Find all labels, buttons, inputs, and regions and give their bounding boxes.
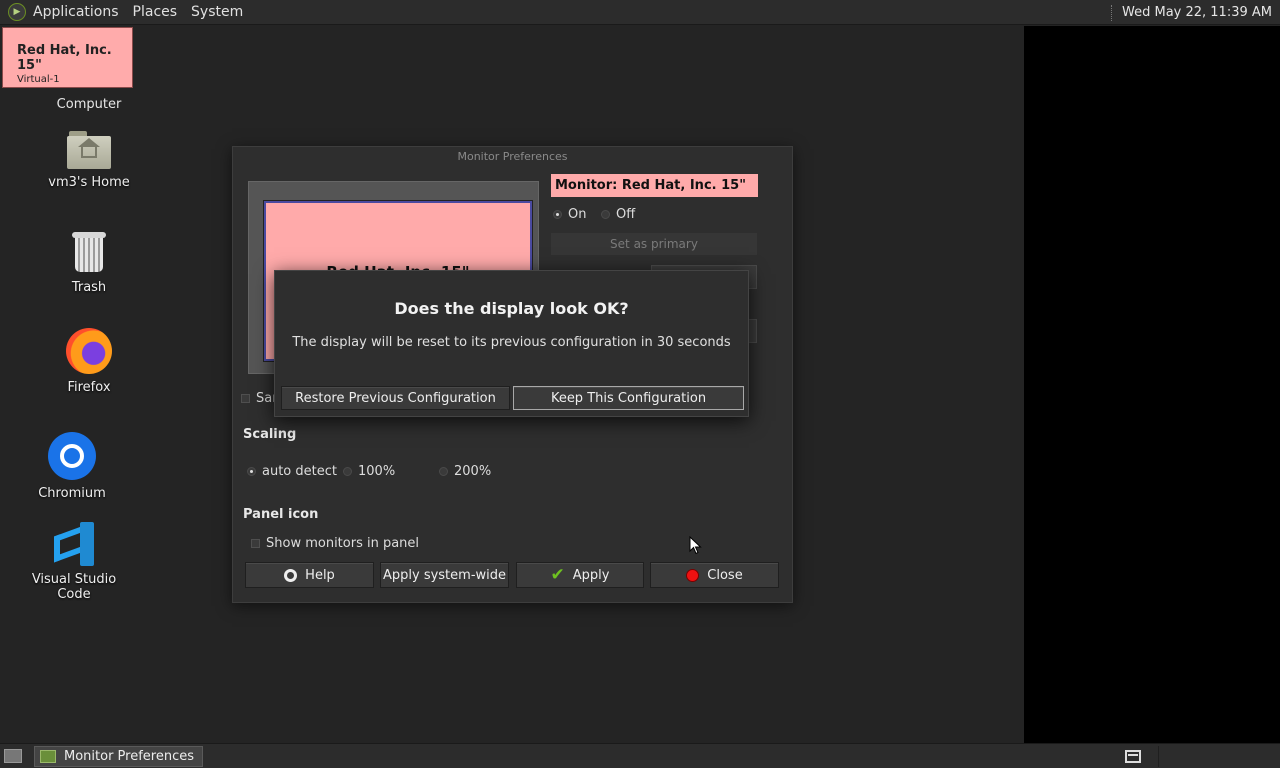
- taskbar-button-label: Monitor Preferences: [64, 749, 195, 764]
- scaling-100-label: 100%: [358, 464, 396, 479]
- show-monitors-checkbox-box[interactable]: [251, 539, 260, 548]
- applications-logo-icon[interactable]: ▶: [8, 3, 26, 21]
- confirm-message: The display will be reset to its previou…: [292, 335, 731, 350]
- scaling-auto-detect[interactable]: auto detect: [247, 464, 337, 479]
- radio-off[interactable]: Off: [601, 207, 635, 222]
- same-image-checkbox-box[interactable]: [241, 394, 250, 403]
- panel-separator: [1111, 4, 1114, 21]
- scaling-200-indicator[interactable]: [439, 467, 448, 476]
- apply-button[interactable]: ✔ Apply: [516, 562, 644, 588]
- monitor-name-label: Monitor: Red Hat, Inc. 15": [551, 174, 758, 197]
- workspace-switcher-icon[interactable]: [1125, 750, 1141, 763]
- show-desktop-icon[interactable]: [4, 749, 22, 763]
- scaling-100[interactable]: 100%: [343, 464, 395, 479]
- clock[interactable]: Wed May 22, 11:39 AM: [1122, 5, 1272, 20]
- apply-button-label: Apply: [572, 567, 610, 583]
- menu-applications[interactable]: Applications: [33, 4, 119, 20]
- display-confirm-dialog: Does the display look OK? The display wi…: [274, 270, 749, 417]
- close-button-label: Close: [707, 567, 743, 583]
- radio-on[interactable]: On: [553, 207, 586, 222]
- menu-system[interactable]: System: [191, 4, 243, 20]
- scaling-auto-detect-label: auto detect: [262, 464, 337, 479]
- desktop-icon-firefox-label: Firefox: [67, 380, 111, 395]
- show-monitors-checkbox[interactable]: Show monitors in panel: [251, 536, 419, 551]
- desktop-icon-firefox[interactable]: Firefox: [29, 328, 149, 395]
- monitor-preferences-app-icon: [40, 750, 56, 763]
- help-button[interactable]: Help: [245, 562, 374, 588]
- scaling-200-label: 200%: [454, 464, 492, 479]
- vscode-icon: [52, 522, 96, 566]
- scaling-title: Scaling: [243, 427, 297, 442]
- home-folder-icon: [67, 131, 111, 169]
- top-panel: ▶ Applications Places System Wed May 22,…: [0, 0, 1280, 25]
- desktop-icon-home-label: vm3's Home: [48, 175, 130, 190]
- check-icon: ✔: [550, 564, 565, 585]
- desktop-icon-home[interactable]: vm3's Home: [29, 131, 149, 190]
- apply-system-wide-label: Apply system-wide: [382, 567, 507, 583]
- keep-this-configuration-button[interactable]: Keep This Configuration: [513, 386, 744, 410]
- desktop-icon-vscode-label: Visual Studio Code: [31, 572, 117, 602]
- menu-places[interactable]: Places: [133, 4, 178, 20]
- monitor-identify-name: Red Hat, Inc. 15": [17, 43, 112, 73]
- scaling-200[interactable]: 200%: [439, 464, 491, 479]
- taskbar-button-monitor-preferences[interactable]: Monitor Preferences: [34, 746, 203, 767]
- desktop-icon-computer-label[interactable]: Computer: [29, 97, 149, 112]
- desktop-icon-vscode[interactable]: Visual Studio Code: [14, 522, 134, 602]
- set-as-primary-button[interactable]: Set as primary: [551, 233, 757, 255]
- radio-off-label: Off: [616, 207, 636, 222]
- unused-screen-area: [1024, 26, 1280, 743]
- firefox-icon: [66, 328, 112, 374]
- window-title: Monitor Preferences: [457, 150, 568, 163]
- scaling-100-indicator[interactable]: [343, 467, 352, 476]
- mouse-pointer-icon: [689, 536, 702, 555]
- chromium-icon: [48, 432, 96, 480]
- close-button[interactable]: Close: [650, 562, 779, 588]
- desktop-icon-chromium-label: Chromium: [38, 486, 106, 501]
- panel-icon-title: Panel icon: [243, 507, 319, 522]
- monitor-identify-output: Virtual-1: [17, 74, 60, 85]
- bottom-panel: Monitor Preferences: [0, 743, 1280, 768]
- confirm-headline: Does the display look OK?: [394, 299, 629, 318]
- desktop-icon-trash-label: Trash: [71, 280, 107, 295]
- radio-on-label: On: [568, 207, 587, 222]
- radio-on-indicator[interactable]: [553, 210, 562, 219]
- apply-system-wide-button[interactable]: Apply system-wide: [380, 562, 509, 588]
- radio-off-indicator[interactable]: [601, 210, 610, 219]
- monitor-identify-label: Red Hat, Inc. 15" Virtual-1: [2, 27, 133, 88]
- help-lifebuoy-icon: [284, 568, 298, 582]
- scaling-auto-detect-indicator[interactable]: [247, 467, 256, 476]
- close-icon: [686, 568, 700, 582]
- top-panel-tray: Wed May 22, 11:39 AM: [1111, 0, 1272, 25]
- restore-previous-configuration-button[interactable]: Restore Previous Configuration: [281, 386, 510, 410]
- show-monitors-label: Show monitors in panel: [266, 536, 420, 551]
- trash-icon: [71, 230, 107, 274]
- workspace-switcher[interactable]: [1158, 746, 1258, 767]
- desktop-icon-trash[interactable]: Trash: [29, 230, 149, 295]
- desktop-icon-chromium[interactable]: Chromium: [12, 432, 132, 501]
- help-button-label: Help: [305, 567, 335, 583]
- same-image-checkbox[interactable]: Sar: [241, 391, 278, 406]
